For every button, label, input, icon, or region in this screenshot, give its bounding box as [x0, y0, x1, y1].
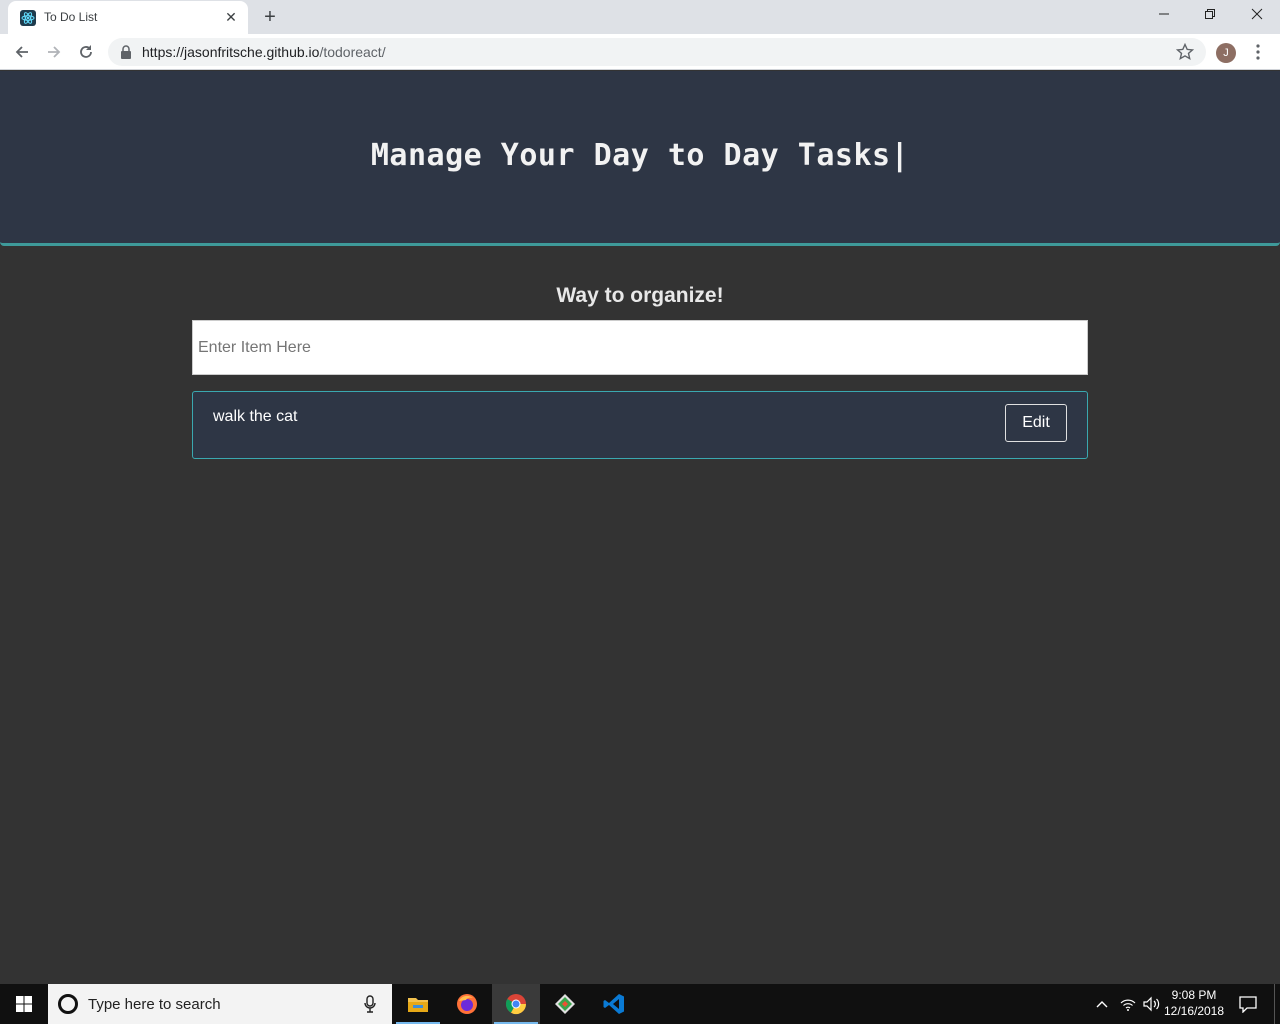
- vscode-taskbar-button[interactable]: [590, 984, 638, 1024]
- profile-avatar[interactable]: J: [1216, 43, 1236, 63]
- kebab-menu-icon[interactable]: [1250, 42, 1266, 62]
- window-minimize-button[interactable]: [1141, 0, 1187, 30]
- firefox-taskbar-button[interactable]: [443, 984, 491, 1024]
- clock-date: 12/16/2018: [1163, 1004, 1225, 1018]
- hero-title: Manage Your Day to Day Tasks|: [370, 138, 910, 173]
- chevron-up-icon[interactable]: [1094, 996, 1110, 1012]
- back-button[interactable]: [10, 40, 34, 64]
- show-desktop-button[interactable]: [1274, 984, 1275, 1024]
- file-explorer-taskbar-button[interactable]: [394, 984, 442, 1024]
- browser-toolbar: https://jasonfritsche.github.io/todoreac…: [0, 34, 1280, 70]
- bookmark-star-icon[interactable]: [1176, 43, 1194, 61]
- clock-time: 9:08 PM: [1171, 988, 1217, 1002]
- tab-close-icon[interactable]: ✕: [223, 9, 239, 25]
- todo-item-text: walk the cat: [213, 408, 298, 425]
- address-bar[interactable]: https://jasonfritsche.github.io/todoreac…: [108, 38, 1206, 66]
- taskbar-search[interactable]: Type here to search: [48, 984, 392, 1024]
- taskbar-search-placeholder: Type here to search: [88, 996, 221, 1013]
- new-tab-button[interactable]: +: [258, 5, 282, 29]
- windows-taskbar: Type here to search 9:08 PM 12/16/2018: [0, 984, 1280, 1024]
- volume-icon[interactable]: [1143, 996, 1161, 1012]
- taskbar-clock[interactable]: 9:08 PM 12/16/2018: [1162, 987, 1226, 1019]
- git-gui-taskbar-button[interactable]: [541, 984, 589, 1024]
- arrow-right-icon: [48, 46, 61, 58]
- window-close-button[interactable]: [1234, 0, 1280, 30]
- edit-button[interactable]: Edit: [1005, 404, 1067, 442]
- git-icon: [555, 994, 575, 1014]
- arrow-left-icon: [15, 46, 28, 58]
- reload-icon: [80, 45, 92, 58]
- react-favicon-icon: [20, 10, 36, 26]
- lock-icon: [121, 45, 131, 59]
- url-text: https://jasonfritsche.github.io/todoreac…: [142, 44, 386, 60]
- reload-button[interactable]: [74, 40, 98, 64]
- new-item-input[interactable]: [192, 320, 1088, 375]
- microphone-icon[interactable]: [363, 995, 377, 1013]
- vscode-icon: [603, 994, 624, 1014]
- hero-header: Manage Your Day to Day Tasks|: [0, 71, 1280, 246]
- chrome-icon: [505, 994, 527, 1015]
- firefox-icon: [457, 994, 477, 1014]
- tab-title: To Do List: [44, 10, 98, 24]
- start-button[interactable]: [0, 984, 48, 1024]
- url-path: /todoreact/: [319, 44, 386, 60]
- cortana-icon: [58, 994, 78, 1014]
- todo-item: walk the cat Edit: [192, 391, 1088, 459]
- folder-icon: [408, 998, 428, 1012]
- browser-tab[interactable]: To Do List ✕: [8, 1, 248, 34]
- page-subheading: Way to organize!: [556, 284, 724, 307]
- windows-logo-icon: [16, 996, 32, 1012]
- window-restore-button[interactable]: [1187, 0, 1233, 30]
- forward-button[interactable]: [42, 40, 66, 64]
- action-center-icon[interactable]: [1238, 995, 1258, 1013]
- browser-titlebar: To Do List ✕ +: [0, 0, 1280, 34]
- url-host: https://jasonfritsche.github.io: [142, 44, 320, 60]
- chrome-taskbar-button[interactable]: [492, 984, 540, 1024]
- wifi-icon[interactable]: [1120, 996, 1136, 1012]
